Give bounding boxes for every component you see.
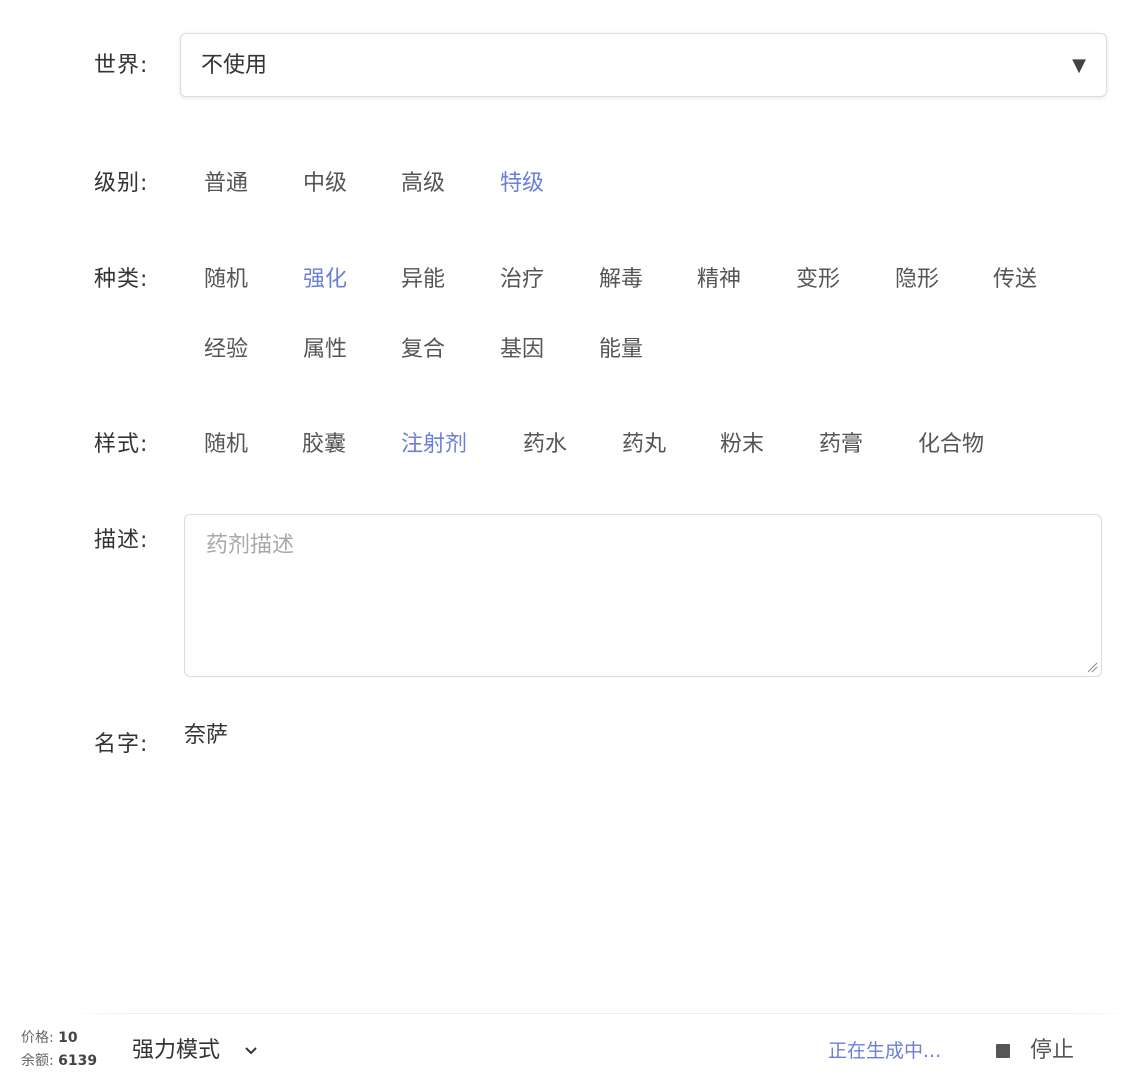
balance-value: 6139 (58, 1053, 98, 1069)
price-value: 10 (58, 1030, 78, 1046)
style-option[interactable]: 药膏 (819, 430, 863, 460)
category-option[interactable]: 经验 (204, 335, 248, 365)
style-option-selected[interactable]: 注射剂 (401, 430, 467, 460)
style-option[interactable]: 药丸 (622, 430, 666, 460)
balance-label: 余额: (21, 1053, 54, 1069)
style-option[interactable]: 胶囊 (302, 430, 346, 460)
description-placeholder: 药剂描述 (206, 533, 295, 558)
style-option[interactable]: 药水 (523, 430, 567, 460)
category-option[interactable]: 治疗 (500, 265, 544, 295)
description-label: 描述: (94, 528, 149, 553)
world-label: 世界: (94, 53, 149, 78)
footer-divider (60, 1013, 1139, 1014)
generating-status: 正在生成中... (828, 1040, 942, 1062)
world-select[interactable]: 不使用 ▼ (180, 33, 1107, 97)
style-label: 样式: (94, 432, 149, 457)
category-option[interactable]: 复合 (401, 335, 445, 365)
name-value: 奈萨 (184, 723, 229, 748)
stop-label: 停止 (1030, 1038, 1075, 1063)
style-option[interactable]: 随机 (204, 430, 248, 460)
resize-grip-icon[interactable] (1086, 661, 1098, 673)
level-option[interactable]: 普通 (204, 169, 248, 199)
category-option-selected[interactable]: 强化 (303, 265, 347, 295)
category-option[interactable]: 随机 (204, 265, 248, 295)
category-option[interactable]: 解毒 (599, 265, 643, 295)
description-textarea[interactable]: 药剂描述 (184, 514, 1102, 677)
category-option[interactable]: 变形 (796, 265, 840, 295)
category-option[interactable]: 异能 (401, 265, 445, 295)
mode-label: 强力模式 (132, 1038, 221, 1063)
balance-stat: 余额: 6139 (21, 1052, 97, 1070)
world-select-value: 不使用 (201, 53, 268, 78)
level-label: 级别: (94, 171, 149, 196)
category-option[interactable]: 能量 (599, 335, 643, 365)
category-option[interactable]: 属性 (303, 335, 347, 365)
category-option[interactable]: 隐形 (895, 265, 939, 295)
category-option[interactable]: 传送 (993, 265, 1037, 295)
style-option[interactable]: 粉末 (720, 430, 764, 460)
category-label: 种类: (94, 267, 149, 292)
stop-icon (996, 1044, 1010, 1058)
name-label: 名字: (94, 732, 149, 757)
dropdown-arrow-icon: ▼ (1072, 55, 1086, 76)
style-option[interactable]: 化合物 (918, 430, 984, 460)
level-option-selected[interactable]: 特级 (500, 169, 544, 199)
potion-generator-page: 世界: 不使用 ▼ 级别: 普通 中级 高级 特级 种类: 随机 强化 异能 治… (0, 0, 1139, 1080)
category-option[interactable]: 精神 (697, 265, 741, 295)
level-option[interactable]: 高级 (401, 169, 445, 199)
category-option[interactable]: 基因 (500, 335, 544, 365)
chevron-down-icon (245, 1047, 257, 1055)
price-label: 价格: (21, 1030, 54, 1046)
level-option[interactable]: 中级 (303, 169, 347, 199)
price-stat: 价格: 10 (21, 1029, 78, 1047)
